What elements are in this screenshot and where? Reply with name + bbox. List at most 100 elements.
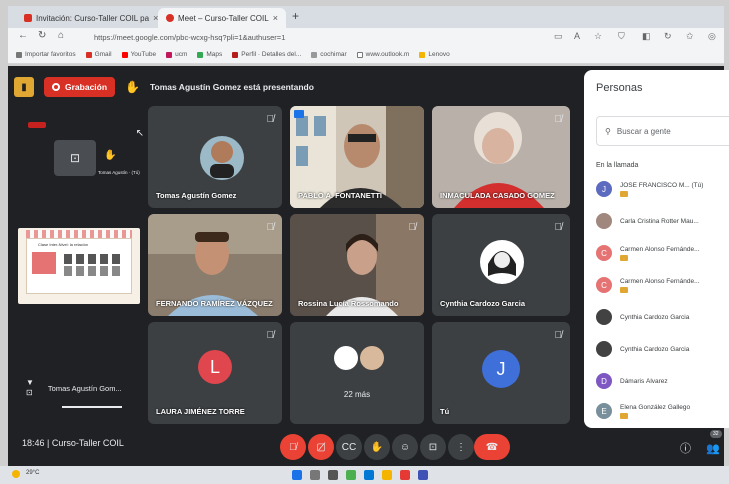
cast-icon[interactable]: ▭	[554, 31, 563, 42]
task-view-icon[interactable]	[328, 470, 338, 480]
presenting-hand-icon: ✋	[125, 80, 140, 94]
tab-meet[interactable]: Meet – Curso-Taller COIL ×	[158, 8, 286, 28]
bookmark-import[interactable]: Importar favoritos	[16, 51, 76, 58]
person-row[interactable]: C Carmen Alonso Fernánde... 🎙̸	[596, 270, 729, 300]
bookmark-gmail[interactable]: Gmail	[85, 51, 112, 58]
presenting-hand-icon: ✋	[104, 150, 117, 161]
tab-invitation[interactable]: Invitación: Curso-Taller COIL pa ×	[16, 8, 158, 28]
captions-button[interactable]: CC	[336, 434, 362, 460]
emoji-button[interactable]: ☺	[392, 434, 418, 460]
mic-off-icon: 🎙̸	[266, 222, 275, 233]
app-icon[interactable]	[400, 470, 410, 480]
raise-hand-button[interactable]: ✋	[364, 434, 390, 460]
mic-off-icon: 🎙̸	[554, 114, 563, 125]
read-aloud-icon[interactable]: A	[574, 31, 580, 41]
home-icon[interactable]: ⌂	[58, 30, 64, 41]
search-icon: ⚲	[605, 126, 611, 136]
self-preview[interactable]: ⊡ ✋ Tomas Agustín · (Tú) ↖	[24, 122, 150, 204]
refresh-icon[interactable]: ↻	[664, 31, 672, 42]
people-icon[interactable]: 👥	[706, 442, 720, 455]
role-tag-icon	[620, 286, 628, 293]
present-screen-icon: ⊡	[54, 140, 96, 176]
leave-call-button[interactable]: ☎	[474, 434, 510, 460]
start-icon[interactable]	[292, 470, 302, 480]
slide-title: Clase Inter-Nivel: la relación	[38, 242, 89, 247]
close-tab-icon[interactable]: ×	[273, 13, 278, 23]
tile-fernando[interactable]: 🎙̸ FERNANDO RAMÍREZ VÁZQUEZ	[148, 214, 282, 316]
bookmark-cochimar[interactable]: cochimar	[311, 51, 347, 58]
more-options-button[interactable]: ⋮	[448, 434, 474, 460]
browser-tab-bar: Invitación: Curso-Taller COIL pa × Meet …	[8, 6, 724, 28]
avatar: D	[596, 373, 612, 389]
people-search-input[interactable]: ⚲ Buscar a gente	[596, 116, 729, 146]
person-row[interactable]: Carla Cristina Rotter Mau... 🎙̸	[596, 206, 729, 236]
mic-off-icon: 🎙̸	[554, 222, 563, 233]
folder-icon[interactable]	[382, 470, 392, 480]
pin-icon[interactable]: ▼ ⊡	[26, 378, 34, 398]
ucm-icon	[166, 51, 173, 58]
bookmark-maps[interactable]: Maps	[197, 51, 222, 58]
tile-rossina[interactable]: 🎙̸ Rossina Lucía Rossomando	[290, 214, 424, 316]
record-icon	[52, 83, 60, 91]
tile-pablo[interactable]: PABLO A. FONTANETTI	[290, 106, 424, 208]
more-count: 22 más	[343, 390, 371, 399]
person-row[interactable]: J JOSE FRANCISCO M... (Tú) 🎙̸	[596, 174, 729, 204]
person-row[interactable]: C Carmen Alonso Fernánde... 🎙̸	[596, 238, 729, 268]
present-button[interactable]: ⊡	[420, 434, 446, 460]
bookmark-youtube[interactable]: YouTube	[121, 51, 156, 58]
app-icon[interactable]	[346, 470, 356, 480]
page-icon	[356, 51, 363, 58]
pointer-icon: ↖	[135, 128, 144, 139]
folder-icon	[419, 51, 426, 58]
favorites-bar-icon[interactable]: ✩	[686, 31, 694, 42]
person-row[interactable]: Cynthia Cardozo Garcia 🎙̸	[596, 334, 729, 364]
tile-tomas[interactable]: 🎙̸ Tomas Agustín Gomez	[148, 106, 282, 208]
meeting-controls-bar: 18:46 | Curso-Taller COIL 🎙̸ ▢̸ CC ✋ ☺ ⊡…	[8, 430, 724, 466]
tile-more-participants[interactable]: 22 más	[290, 322, 424, 424]
search-icon[interactable]	[310, 470, 320, 480]
person-row[interactable]: D Dámaris Álvarez 🎙̸	[596, 366, 729, 396]
tile-inmaculada[interactable]: 🎙̸ INMACULADA CASADO GOMEZ	[432, 106, 570, 208]
meet-record-icon	[166, 14, 174, 22]
new-tab-button[interactable]: +	[292, 9, 299, 23]
slide-row	[64, 266, 124, 276]
app-icon[interactable]	[418, 470, 428, 480]
tile-cynthia[interactable]: 🎙̸ Cynthia Cardozo Garcia	[432, 214, 570, 316]
back-icon[interactable]: ←	[18, 30, 28, 41]
youtube-icon	[121, 51, 128, 58]
reload-icon[interactable]: ↻	[38, 30, 46, 41]
bookmark-profile[interactable]: Perfil · Detalles del...	[232, 51, 301, 58]
shield-icon[interactable]: ⛉	[618, 31, 625, 42]
presenter-name: Tomas Agustín Gom...	[47, 383, 122, 393]
activity-icon[interactable]: ▮	[14, 77, 34, 97]
person-row[interactable]: Cynthia Cardozo Garcia 🎙̸	[596, 302, 729, 332]
tile-you[interactable]: J 🎙̸ Tú	[432, 322, 570, 424]
tab-label: Invitación: Curso-Taller COIL pa	[36, 13, 150, 23]
bookmark-outlook[interactable]: www.outlook.m	[356, 51, 409, 58]
bookmark-lenovo[interactable]: Lenovo	[419, 51, 450, 58]
role-tag-icon	[620, 190, 628, 197]
tile-name: Rossina Lucía Rossomando	[298, 299, 399, 308]
import-icon	[16, 51, 22, 58]
edge-icon[interactable]	[364, 470, 374, 480]
presentation-thumbnail[interactable]: Clase Inter-Nivel: la relación	[18, 228, 140, 304]
mic-off-button[interactable]: 🎙̸	[280, 434, 306, 460]
avatar	[360, 346, 384, 370]
info-icon[interactable]: ⓘ	[680, 440, 691, 456]
bookmark-ucm[interactable]: ucm	[166, 51, 187, 58]
extension-icon[interactable]: ◧	[642, 31, 651, 42]
url-field[interactable]: https://meet.google.com/pbc-wcxg-hsq?pli…	[88, 30, 528, 44]
avatar: C	[596, 245, 612, 261]
tile-name: INMACULADA CASADO GOMEZ	[440, 191, 555, 200]
profile-icon[interactable]: ◎	[708, 31, 716, 42]
slide-header	[26, 230, 132, 238]
meeting-name: Curso-Taller COIL	[51, 438, 124, 448]
tile-laura[interactable]: L 🎙̸ LAURA JIMÉNEZ TORRE	[148, 322, 282, 424]
person-row[interactable]: E Elena González Gallego 🎙̸	[596, 396, 729, 426]
favorite-icon[interactable]: ☆	[594, 31, 602, 42]
camera-off-button[interactable]: ▢̸	[308, 434, 334, 460]
avatar	[334, 346, 358, 370]
avatar	[596, 213, 612, 229]
recording-badge[interactable]: Grabación	[44, 77, 116, 97]
role-tag-icon	[620, 412, 628, 419]
